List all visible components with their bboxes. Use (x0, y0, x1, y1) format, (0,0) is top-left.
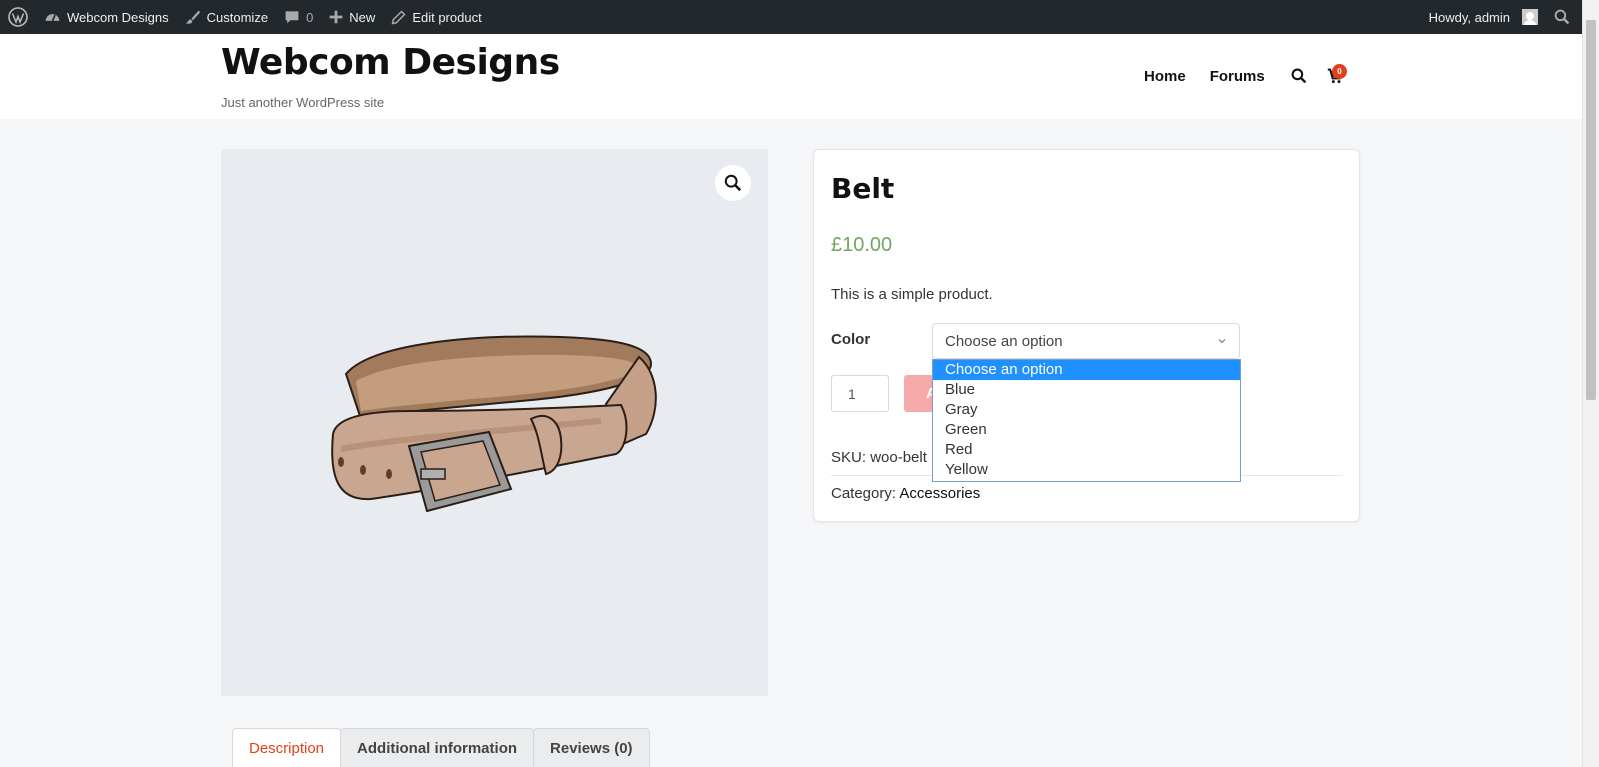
admin-bar-customize-link[interactable]: Customize (177, 0, 276, 34)
belt-illustration (331, 335, 657, 513)
tab-description[interactable]: Description (232, 728, 342, 767)
admin-bar-new-link[interactable]: New (321, 0, 383, 34)
color-option-yellow[interactable]: Yellow (933, 460, 1240, 480)
wordpress-logo-button[interactable] (0, 0, 36, 34)
color-label: Color (831, 331, 871, 348)
product-category: Category: Accessories (831, 485, 980, 502)
product-price: £10.00 (831, 234, 893, 256)
product-short-description: This is a simple product. (831, 286, 993, 303)
product-title: Belt (831, 172, 895, 205)
plus-icon (329, 10, 343, 24)
wordpress-icon (8, 7, 28, 27)
product-tabs: Description Additional information Revie… (232, 728, 650, 767)
category-link[interactable]: Accessories (899, 485, 980, 502)
admin-bar-site-link[interactable]: Webcom Designs (36, 0, 177, 34)
color-option-choose[interactable]: Choose an option (933, 360, 1240, 380)
admin-bar-edit-product-link[interactable]: Edit product (383, 0, 489, 34)
color-option-gray[interactable]: Gray (933, 400, 1240, 420)
paintbrush-icon (185, 10, 200, 24)
category-label: Category: (831, 485, 897, 502)
sku-value: woo-belt (870, 449, 927, 466)
admin-bar-howdy: Howdy, admin (1428, 9, 1510, 25)
tab-additional-information[interactable]: Additional information (340, 728, 535, 767)
admin-bar-comments-link[interactable]: 0 (276, 0, 321, 34)
color-option-green[interactable]: Green (933, 420, 1240, 440)
admin-bar: Webcom Designs Customize 0 New Edit prod… (0, 0, 1582, 34)
chevron-down-icon (1218, 339, 1226, 344)
comment-bubble-icon (285, 11, 299, 24)
admin-bar-account-link[interactable]: Howdy, admin (1421, 0, 1546, 34)
site-header: Webcom Designs Just another WordPress si… (0, 34, 1582, 119)
color-select-value: Choose an option (945, 332, 1063, 350)
product-sku: SKU: woo-belt (831, 449, 927, 466)
primary-nav: Home Forums (1144, 68, 1265, 85)
admin-bar-new-label: New (349, 9, 376, 25)
nav-item-home[interactable]: Home (1144, 68, 1186, 85)
color-select[interactable]: Choose an option (932, 323, 1240, 359)
cart-count-badge: 0 (1332, 64, 1347, 79)
admin-bar-site-name: Webcom Designs (67, 9, 169, 25)
admin-bar-edit-product-label: Edit product (412, 9, 482, 25)
admin-bar-comments-count: 0 (306, 9, 314, 25)
admin-bar-search-button[interactable] (1546, 0, 1578, 34)
product-image[interactable] (221, 149, 768, 696)
page-scrollbar[interactable] (1582, 0, 1599, 767)
quantity-input[interactable]: 1 (831, 375, 889, 412)
pencil-icon (391, 9, 406, 24)
avatar (1522, 9, 1538, 25)
admin-bar-customize-label: Customize (206, 9, 269, 25)
site-tagline: Just another WordPress site (221, 95, 385, 110)
site-title[interactable]: Webcom Designs (221, 42, 560, 83)
color-option-red[interactable]: Red (933, 440, 1240, 460)
search-icon[interactable] (1291, 68, 1307, 84)
sku-label: SKU: (831, 449, 867, 466)
color-option-blue[interactable]: Blue (933, 380, 1240, 400)
nav-item-forums[interactable]: Forums (1210, 68, 1265, 85)
search-icon (1554, 9, 1570, 25)
color-select-dropdown: Choose an option Blue Gray Green Red Yel… (932, 359, 1241, 482)
dashboard-gauge-icon (45, 13, 60, 21)
tab-reviews[interactable]: Reviews (0) (533, 728, 650, 767)
scrollbar-thumb[interactable] (1586, 20, 1596, 400)
